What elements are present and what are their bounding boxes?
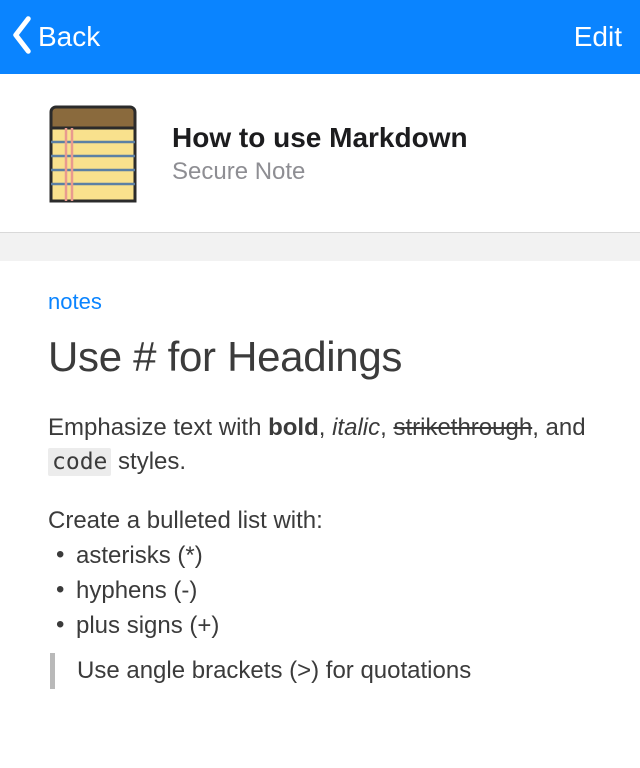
content-heading: Use # for Headings <box>48 333 592 381</box>
italic-sample: italic <box>332 414 380 441</box>
text: styles. <box>111 448 186 475</box>
back-label: Back <box>38 21 100 53</box>
back-button[interactable]: Back <box>8 15 100 60</box>
chevron-left-icon <box>8 15 36 60</box>
text: , <box>319 414 332 441</box>
blockquote: Use angle brackets (>) for quotations <box>50 653 592 689</box>
text: , <box>380 414 393 441</box>
list-item: plus signs (+) <box>54 609 592 644</box>
nav-bar: Back Edit <box>0 0 640 74</box>
edit-button[interactable]: Edit <box>574 21 622 53</box>
list-item: asterisks (*) <box>54 539 592 574</box>
note-body: notes Use # for Headings Emphasize text … <box>0 261 640 689</box>
section-divider <box>0 233 640 261</box>
code-sample: code <box>48 448 111 476</box>
emphasis-paragraph: Emphasize text with bold, italic, strike… <box>48 411 592 478</box>
strike-sample: strikethrough <box>393 414 532 441</box>
list-intro: Create a bulleted list with: <box>48 504 592 539</box>
notepad-icon <box>48 104 138 204</box>
field-label-notes: notes <box>48 289 592 315</box>
bullet-list: asterisks (*) hyphens (-) plus signs (+) <box>48 539 592 643</box>
quote-text: Use angle brackets (>) for quotations <box>77 657 471 684</box>
note-type-label: Secure Note <box>172 158 468 186</box>
text: Emphasize text with <box>48 414 268 441</box>
note-header: How to use Markdown Secure Note <box>0 74 640 233</box>
bold-sample: bold <box>268 414 319 441</box>
note-title: How to use Markdown <box>172 122 468 154</box>
text: , and <box>532 414 585 441</box>
list-item: hyphens (-) <box>54 574 592 609</box>
